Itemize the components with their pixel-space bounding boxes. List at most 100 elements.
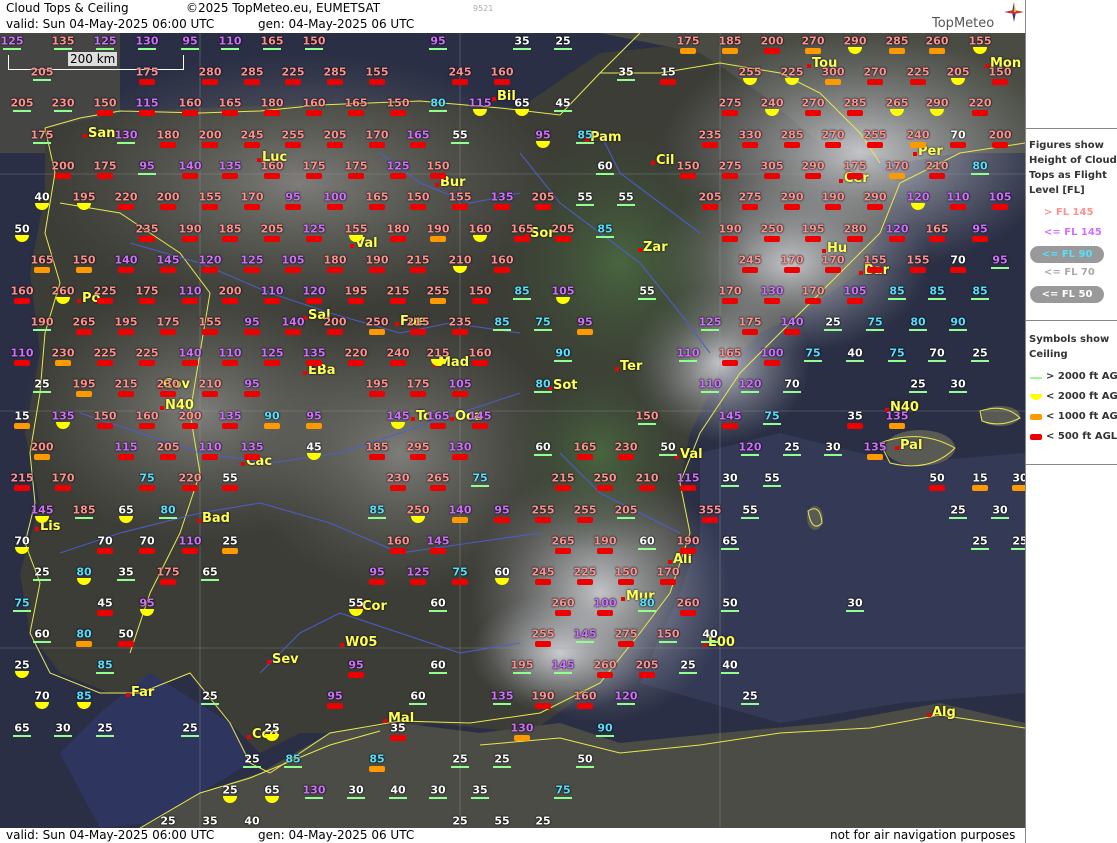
cloud-top-value: 35 xyxy=(390,721,406,735)
ceiling-500-marker xyxy=(182,298,198,304)
ceiling-500-marker xyxy=(369,204,385,210)
cloud-top-value: 30 xyxy=(348,783,364,797)
ceiling-500-marker xyxy=(867,267,883,273)
cloud-top-value: 60 xyxy=(430,596,446,610)
ceiling-500-marker xyxy=(97,360,113,366)
cloud-top-value: 215 xyxy=(10,471,34,485)
cloud-top-value: 100 xyxy=(593,596,617,610)
cloud-top-value: 30 xyxy=(1012,471,1025,485)
cloud-top-value: 120 xyxy=(738,377,762,391)
ceiling-500-marker xyxy=(202,142,218,148)
cloud-top-value: 25 xyxy=(34,377,50,391)
cloud-top-value: 70 xyxy=(139,534,155,548)
cloud-top-value: 55 xyxy=(452,128,468,142)
cloud-top-value: 255 xyxy=(573,503,597,517)
ceiling-500-marker xyxy=(182,423,198,429)
ceiling-500-marker xyxy=(597,548,613,554)
ceiling-high-marker xyxy=(909,391,927,393)
ceiling-high-marker xyxy=(741,391,759,393)
cloud-top-value: 285 xyxy=(885,34,909,48)
cloud-top-value: 260 xyxy=(551,596,575,610)
cloud-top-value: 95 xyxy=(306,409,322,423)
ceiling-high-marker xyxy=(33,329,51,331)
city-marker xyxy=(247,735,251,739)
city-marker xyxy=(241,462,245,466)
ceiling-500-marker xyxy=(160,454,176,460)
cloud-top-value: 155 xyxy=(863,253,887,267)
ceiling-1000-marker xyxy=(722,48,738,54)
cloud-top-value: 225 xyxy=(93,284,117,298)
ceiling-1000-marker xyxy=(867,454,883,460)
cloud-top-value: 70 xyxy=(929,346,945,360)
ceiling-high-marker xyxy=(596,236,614,238)
ceiling-500-marker xyxy=(369,142,385,148)
cloud-top-value: 205 xyxy=(614,503,638,517)
ceiling-high-marker xyxy=(783,391,801,393)
cloud-top-value: 175 xyxy=(302,159,326,173)
ceiling-500-marker xyxy=(182,173,198,179)
ceiling-500-marker xyxy=(285,204,301,210)
symbol-legend-label: < 500 ft AGL xyxy=(1046,431,1117,442)
cloud-top-value: 175 xyxy=(676,34,700,48)
ceiling-500-marker xyxy=(182,485,198,491)
ceiling-500-marker xyxy=(764,236,780,242)
ceiling-500-marker xyxy=(430,173,446,179)
cloud-top-value: 120 xyxy=(198,253,222,267)
city-marker xyxy=(651,161,655,165)
cloud-top-value: 185 xyxy=(718,34,742,48)
ceiling-500-marker xyxy=(244,142,260,148)
ceiling-high-marker xyxy=(429,48,447,50)
cloud-top-value: 165 xyxy=(406,128,430,142)
cloud-top-value: 120 xyxy=(738,440,762,454)
ceiling-500-marker xyxy=(764,360,780,366)
cloud-top-value: 80 xyxy=(76,565,92,579)
cloud-top-value: 150 xyxy=(468,284,492,298)
cloud-top-value: 205 xyxy=(698,190,722,204)
ceiling-500-marker xyxy=(327,79,343,85)
city-label: Far xyxy=(131,685,155,700)
ceiling-500-marker xyxy=(764,298,780,304)
ceiling-high-marker xyxy=(368,517,386,519)
cloud-top-value: 235 xyxy=(698,128,722,142)
cloud-top-value: 140 xyxy=(448,503,472,517)
ceiling-500-marker xyxy=(597,610,613,616)
cloud-top-value: 215 xyxy=(386,284,410,298)
cloud-top-value: 270 xyxy=(863,65,887,79)
cloud-top-value: 105 xyxy=(988,190,1012,204)
city-marker xyxy=(340,643,344,647)
ceiling-500-marker xyxy=(222,110,238,116)
ceiling-high-marker xyxy=(701,641,719,643)
ceiling-high-marker xyxy=(576,142,594,144)
ceiling-high-marker xyxy=(721,548,739,550)
cloud-top-value: 150 xyxy=(93,409,117,423)
ceiling-500-marker xyxy=(555,610,571,616)
ceiling-1000-marker xyxy=(76,267,92,273)
ceiling-high-marker xyxy=(534,329,552,331)
city-marker xyxy=(35,527,39,531)
cloud-top-value: 205 xyxy=(635,658,659,672)
ceiling-500-marker xyxy=(992,204,1008,210)
ceiling-high-marker xyxy=(96,48,114,50)
ceiling-500-marker xyxy=(514,236,530,242)
cloud-top-value: 95 xyxy=(369,565,385,579)
cloud-top-value: 175 xyxy=(30,128,54,142)
ceiling-high-marker xyxy=(949,391,967,393)
ceiling-500-marker xyxy=(306,298,322,304)
city-marker xyxy=(160,406,164,410)
ceiling-500-marker xyxy=(285,267,301,273)
cloud-top-value: 225 xyxy=(780,65,804,79)
ceiling-high-marker xyxy=(576,641,594,643)
ceiling-500-marker xyxy=(577,579,593,585)
satellite-map[interactable]: 200 km San Luc Bur Val Po Sal Fue Mad Cov EBa N40 T… xyxy=(0,33,1025,828)
cloud-top-value: 95 xyxy=(244,377,260,391)
cloud-top-value: 145 xyxy=(156,253,180,267)
cloud-top-value: 85 xyxy=(285,752,301,766)
ceiling-500-marker xyxy=(929,236,945,242)
ceiling-high-marker xyxy=(513,48,531,50)
cloud-top-value: 25 xyxy=(182,721,198,735)
cloud-top-value: 110 xyxy=(178,534,202,548)
city-marker xyxy=(350,244,354,248)
ceiling-500-marker xyxy=(139,236,155,242)
cloud-top-value: 80 xyxy=(910,315,926,329)
ceiling-500-marker xyxy=(14,298,30,304)
